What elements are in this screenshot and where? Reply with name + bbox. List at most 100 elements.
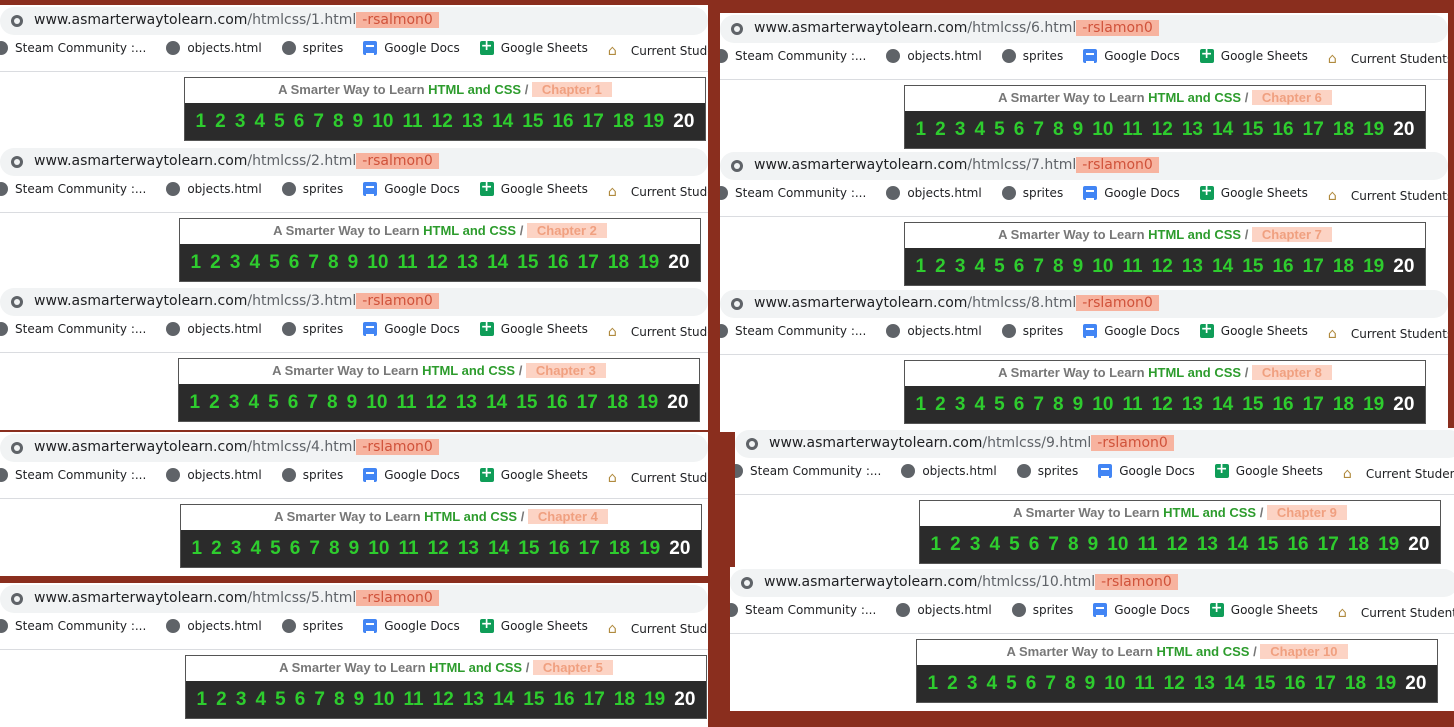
chapter-link-7[interactable]: 7	[1045, 673, 1056, 695]
chapter-link-2[interactable]: 2	[935, 119, 946, 141]
chapter-link-5[interactable]: 5	[994, 256, 1005, 278]
chapter-link-8[interactable]: 8	[1068, 534, 1079, 556]
site-info-icon[interactable]	[10, 155, 24, 169]
chapter-link-16[interactable]: 16	[553, 689, 574, 711]
chapter-link-16[interactable]: 16	[547, 252, 568, 274]
chapter-link-16[interactable]: 16	[552, 111, 573, 133]
chapter-link-9[interactable]: 9	[349, 538, 360, 560]
bookmark-objects-html[interactable]: objects.html	[166, 619, 262, 633]
chapter-link-11[interactable]: 11	[398, 252, 418, 274]
chapter-link-10[interactable]: 10	[1107, 534, 1128, 556]
chapter-link-11[interactable]: 11	[1123, 119, 1143, 141]
bookmark-current-students[interactable]: ⌂ Current Students |...	[1328, 327, 1448, 341]
bookmark-google-sheets[interactable]: Google Sheets	[1199, 46, 1308, 63]
chapter-link-13[interactable]: 13	[1182, 119, 1203, 141]
chapter-link-5[interactable]: 5	[275, 689, 286, 711]
chapter-link-11[interactable]: 11	[397, 392, 417, 414]
chapter-link-7[interactable]: 7	[314, 689, 325, 711]
chapter-link-16[interactable]: 16	[1287, 534, 1308, 556]
chapter-link-9[interactable]: 9	[1088, 534, 1099, 556]
chapter-link-10[interactable]: 10	[372, 111, 393, 133]
chapter-link-17[interactable]: 17	[578, 252, 599, 274]
chapter-link-3[interactable]: 3	[970, 534, 981, 556]
chapter-link-1[interactable]: 1	[928, 673, 939, 695]
chapter-link-2[interactable]: 2	[211, 538, 222, 560]
bookmark-google-docs[interactable]: Google Docs	[1093, 603, 1190, 617]
bookmark-google-sheets[interactable]: Google Sheets	[1209, 600, 1318, 617]
chapter-link-19[interactable]: 19	[1363, 119, 1384, 141]
chapter-link-11[interactable]: 11	[403, 111, 423, 133]
bookmark-current-students[interactable]: ⌂ Current Students |...	[608, 44, 708, 58]
bookmark-google-sheets[interactable]: Google Sheets	[479, 179, 588, 196]
site-info-icon[interactable]	[10, 14, 24, 28]
bookmark-steam-community[interactable]: Steam Community :...	[730, 603, 876, 617]
chapter-link-5[interactable]: 5	[269, 252, 280, 274]
chapter-link-20[interactable]: 20	[1393, 256, 1414, 278]
chapter-link-15[interactable]: 15	[1242, 119, 1263, 141]
chapter-link-6[interactable]: 6	[1014, 119, 1025, 141]
title-brand[interactable]: HTML and CSS	[422, 363, 515, 378]
chapter-link-11[interactable]: 11	[1138, 534, 1158, 556]
chapter-link-4[interactable]: 4	[989, 534, 1000, 556]
address-bar[interactable]: www.asmarterwaytolearn.com/htmlcss/4.htm…	[0, 434, 708, 462]
chapter-link-4[interactable]: 4	[986, 673, 997, 695]
chapter-link-7[interactable]: 7	[1048, 534, 1059, 556]
chapter-link-12[interactable]: 12	[1152, 119, 1173, 141]
chapter-link-19[interactable]: 19	[1375, 673, 1396, 695]
chapter-link-15[interactable]: 15	[517, 252, 538, 274]
chapter-link-5[interactable]: 5	[1009, 534, 1020, 556]
chapter-link-5[interactable]: 5	[268, 392, 279, 414]
chapter-link-16[interactable]: 16	[1272, 256, 1293, 278]
bookmark-steam-community[interactable]: Steam Community :...	[735, 464, 881, 478]
chapter-link-4[interactable]: 4	[255, 689, 266, 711]
chapter-link-20[interactable]: 20	[1393, 394, 1414, 416]
chapter-link-1[interactable]: 1	[931, 534, 942, 556]
chapter-link-18[interactable]: 18	[608, 252, 629, 274]
chapter-link-17[interactable]: 17	[1303, 394, 1324, 416]
chapter-link-16[interactable]: 16	[1272, 394, 1293, 416]
chapter-link-12[interactable]: 12	[432, 111, 453, 133]
bookmark-current-students[interactable]: ⌂ Current Students |...	[1343, 467, 1454, 481]
chapter-link-18[interactable]: 18	[609, 538, 630, 560]
chapter-link-20[interactable]: 20	[674, 689, 695, 711]
chapter-link-8[interactable]: 8	[1053, 119, 1064, 141]
bookmark-google-docs[interactable]: Google Docs	[1098, 464, 1195, 478]
chapter-link-3[interactable]: 3	[955, 119, 966, 141]
chapter-link-11[interactable]: 11	[1123, 256, 1143, 278]
chapter-link-10[interactable]: 10	[1092, 394, 1113, 416]
chapter-link-2[interactable]: 2	[210, 252, 221, 274]
chapter-link-19[interactable]: 19	[1378, 534, 1399, 556]
chapter-link-3[interactable]: 3	[231, 538, 242, 560]
chapter-link-10[interactable]: 10	[373, 689, 394, 711]
chapter-link-17[interactable]: 17	[579, 538, 600, 560]
bookmark-current-students[interactable]: ⌂ Current Students |...	[1328, 189, 1448, 203]
bookmark-google-sheets[interactable]: Google Sheets	[1199, 183, 1308, 200]
chapter-link-12[interactable]: 12	[433, 689, 454, 711]
chapter-link-14[interactable]: 14	[1212, 394, 1233, 416]
chapter-link-16[interactable]: 16	[548, 538, 569, 560]
chapter-link-4[interactable]: 4	[249, 252, 260, 274]
site-info-icon[interactable]	[730, 159, 744, 173]
chapter-link-14[interactable]: 14	[487, 252, 508, 274]
chapter-link-3[interactable]: 3	[955, 256, 966, 278]
bookmark-google-docs[interactable]: Google Docs	[363, 182, 460, 196]
chapter-link-10[interactable]: 10	[366, 392, 387, 414]
chapter-link-16[interactable]: 16	[1272, 119, 1293, 141]
bookmark-objects-html[interactable]: objects.html	[166, 322, 262, 336]
chapter-link-13[interactable]: 13	[463, 689, 484, 711]
chapter-link-20[interactable]: 20	[1393, 119, 1414, 141]
chapter-link-18[interactable]: 18	[1333, 256, 1354, 278]
bookmark-sprites[interactable]: sprites	[281, 468, 343, 482]
chapter-link-10[interactable]: 10	[1104, 673, 1125, 695]
chapter-link-18[interactable]: 18	[1333, 119, 1354, 141]
chapter-link-10[interactable]: 10	[1092, 119, 1113, 141]
chapter-link-17[interactable]: 17	[584, 689, 605, 711]
chapter-link-9[interactable]: 9	[354, 689, 365, 711]
chapter-link-18[interactable]: 18	[1345, 673, 1366, 695]
chapter-link-15[interactable]: 15	[1242, 394, 1263, 416]
chapter-link-10[interactable]: 10	[1092, 256, 1113, 278]
chapter-link-4[interactable]: 4	[254, 111, 265, 133]
chapter-link-1[interactable]: 1	[916, 119, 927, 141]
bookmark-google-docs[interactable]: Google Docs	[363, 468, 460, 482]
chapter-link-15[interactable]: 15	[518, 538, 539, 560]
